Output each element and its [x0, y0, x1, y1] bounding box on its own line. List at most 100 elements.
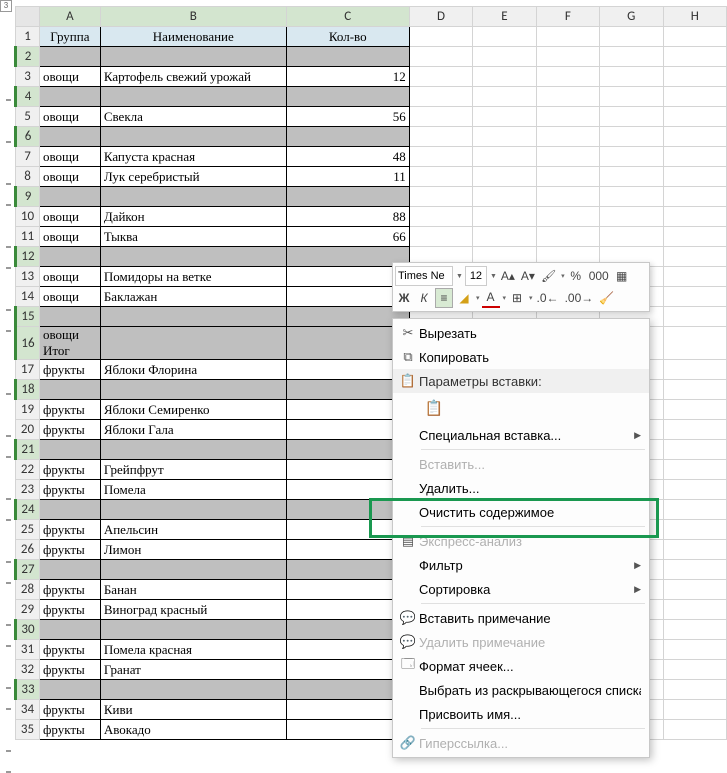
cell[interactable]	[663, 247, 727, 267]
cell[interactable]	[100, 47, 286, 67]
cell[interactable]: Помела красная	[100, 640, 286, 660]
header-cell[interactable]: Кол-во	[286, 27, 409, 47]
cell[interactable]	[600, 207, 663, 227]
menu-filter[interactable]: Фильтр▶	[393, 553, 649, 577]
cell[interactable]: фрукты	[39, 460, 100, 480]
cell[interactable]: Лимон	[100, 540, 286, 560]
cell[interactable]: Свекла	[100, 107, 286, 127]
cell[interactable]	[39, 680, 100, 700]
cell[interactable]	[536, 27, 599, 47]
menu-insert-comment[interactable]: 💬Вставить примечание	[393, 606, 649, 630]
cell[interactable]	[663, 327, 727, 360]
cell[interactable]	[100, 440, 286, 460]
cell[interactable]	[536, 67, 599, 87]
cell[interactable]	[286, 127, 409, 147]
cell[interactable]	[100, 187, 286, 207]
shrink-font-button[interactable]: A▾	[519, 266, 537, 286]
cell[interactable]: фрукты	[39, 720, 100, 740]
cell[interactable]	[600, 47, 663, 67]
cell[interactable]	[409, 187, 472, 207]
cell[interactable]	[473, 207, 536, 227]
borders-button[interactable]: ⊞	[508, 288, 526, 308]
cell[interactable]	[286, 620, 409, 640]
cell[interactable]	[409, 67, 472, 87]
cell[interactable]: овощи	[39, 227, 100, 247]
cell[interactable]	[600, 167, 663, 187]
row-header[interactable]: 15	[16, 307, 40, 327]
row-header[interactable]: 22	[16, 460, 40, 480]
cell[interactable]	[663, 360, 727, 380]
col-header-C[interactable]: C	[286, 7, 409, 27]
cell[interactable]	[39, 127, 100, 147]
cell[interactable]	[663, 400, 727, 420]
menu-define-name[interactable]: Присвоить имя...	[393, 702, 649, 726]
cell[interactable]: фрукты	[39, 640, 100, 660]
cell[interactable]	[286, 267, 409, 287]
thousands-button[interactable]: 000	[587, 266, 611, 286]
cell[interactable]	[286, 380, 409, 400]
menu-pick-from-list[interactable]: Выбрать из раскрывающегося списка...	[393, 678, 649, 702]
cell[interactable]	[473, 27, 536, 47]
cell[interactable]	[536, 167, 599, 187]
cell[interactable]	[600, 127, 663, 147]
row-header[interactable]: 10	[16, 207, 40, 227]
cell[interactable]	[663, 460, 727, 480]
cell[interactable]	[663, 700, 727, 720]
increase-decimal-button[interactable]: .00→	[563, 288, 596, 308]
row-header[interactable]: 31	[16, 640, 40, 660]
cell[interactable]	[286, 307, 409, 327]
cell[interactable]: Яблоки Гала	[100, 420, 286, 440]
row-header[interactable]: 20	[16, 420, 40, 440]
cell[interactable]	[409, 47, 472, 67]
cell[interactable]	[100, 680, 286, 700]
cell[interactable]	[286, 400, 409, 420]
cell[interactable]	[286, 600, 409, 620]
cell[interactable]	[663, 107, 727, 127]
cell[interactable]: Апельсин	[100, 520, 286, 540]
cell[interactable]	[100, 247, 286, 267]
cell[interactable]	[473, 147, 536, 167]
cell[interactable]	[536, 227, 599, 247]
cell[interactable]: Помидоры на ветке	[100, 267, 286, 287]
cell[interactable]	[663, 187, 727, 207]
menu-cut[interactable]: ✂Вырезать	[393, 321, 649, 345]
font-size-dropdown-icon[interactable]: ▼	[489, 273, 497, 280]
cell[interactable]	[663, 267, 727, 287]
cell[interactable]: Грейпфрут	[100, 460, 286, 480]
cell[interactable]	[409, 87, 472, 107]
menu-copy[interactable]: ⧉Копировать	[393, 345, 649, 369]
row-header[interactable]: 17	[16, 360, 40, 380]
row-header[interactable]: 18	[16, 380, 40, 400]
cell[interactable]	[600, 187, 663, 207]
cell[interactable]	[409, 27, 472, 47]
clear-format-icon[interactable]: 🧹	[597, 288, 616, 308]
cell[interactable]	[286, 480, 409, 500]
cell[interactable]	[663, 287, 727, 307]
cell[interactable]	[663, 560, 727, 580]
grow-font-button[interactable]: A▴	[499, 266, 517, 286]
menu-sort[interactable]: Сортировка▶	[393, 577, 649, 601]
cell[interactable]	[663, 660, 727, 680]
col-header-G[interactable]: G	[600, 7, 663, 27]
percent-button[interactable]: %	[567, 266, 585, 286]
cell[interactable]	[536, 47, 599, 67]
col-header-B[interactable]: B	[100, 7, 286, 27]
cell[interactable]	[100, 87, 286, 107]
cell[interactable]	[39, 620, 100, 640]
row-header[interactable]: 9	[16, 187, 40, 207]
cell[interactable]	[473, 227, 536, 247]
row-header[interactable]: 28	[16, 580, 40, 600]
cell[interactable]: Яблоки Флорина	[100, 360, 286, 380]
row-header[interactable]: 32	[16, 660, 40, 680]
cell[interactable]	[39, 500, 100, 520]
cell[interactable]	[473, 187, 536, 207]
cell[interactable]	[286, 187, 409, 207]
cell[interactable]	[600, 27, 663, 47]
cell[interactable]	[286, 680, 409, 700]
cell[interactable]	[286, 360, 409, 380]
cell[interactable]: овощи	[39, 287, 100, 307]
cell[interactable]	[473, 127, 536, 147]
font-size-input[interactable]	[465, 266, 487, 286]
cell[interactable]	[286, 247, 409, 267]
row-header[interactable]: 27	[16, 560, 40, 580]
